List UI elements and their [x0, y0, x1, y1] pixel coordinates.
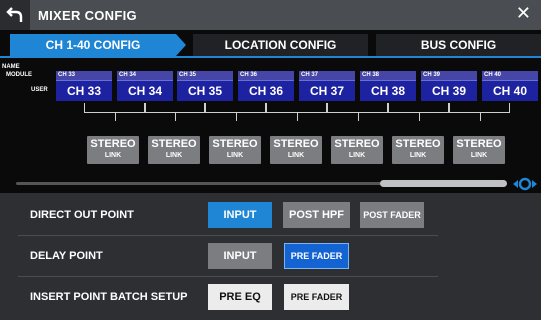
scroll-handle-icon[interactable] [510, 176, 540, 192]
link-bracket [145, 103, 205, 113]
tab-bus-config[interactable]: BUS CONFIG [376, 34, 541, 56]
link-stem [296, 113, 298, 121]
link-bracket [327, 103, 388, 113]
link-bracket [84, 103, 145, 113]
channel-module-name: CH 40 [482, 71, 538, 80]
insert-pre-eq-button[interactable]: PRE EQ [208, 284, 272, 310]
channel-module-name: CH 39 [421, 71, 477, 80]
channel-module-name: CH 33 [56, 71, 112, 80]
tab-bar: CH 1-40 CONFIG LOCATION CONFIG BUS CONFI… [0, 32, 541, 58]
delay-input-button[interactable]: INPUT [208, 243, 272, 269]
channel-module-name: CH 38 [360, 71, 416, 80]
channel-39[interactable]: CH 39 CH 39 [421, 71, 477, 101]
row-label-user: USER [31, 87, 48, 93]
stereo-link-sublabel: LINK [409, 152, 427, 159]
settings-panel: DIRECT OUT POINT INPUT POST HPF POST FAD… [0, 193, 541, 320]
channel-user-name[interactable]: CH 38 [360, 80, 416, 101]
stereo-link-sublabel: LINK [287, 152, 305, 159]
stereo-link-label: STEREO [456, 138, 502, 150]
insert-point-batch-setup-row: INSERT POINT BATCH SETUP PRE EQ PRE FADE… [0, 277, 541, 317]
channel-user-name[interactable]: CH 35 [177, 80, 233, 101]
direct-out-input-button[interactable]: INPUT [208, 202, 272, 228]
direct-out-post-fader-button[interactable]: POST FADER [360, 202, 424, 228]
channel-module-name: CH 35 [177, 71, 233, 80]
stereo-link-button[interactable]: STEREO LINK [392, 136, 444, 164]
stereo-link-button[interactable]: STEREO LINK [87, 136, 139, 164]
scrollbar-thumb[interactable] [380, 180, 507, 187]
delay-pre-fader-button[interactable]: PRE FADER [284, 243, 349, 269]
channel-user-name[interactable]: CH 36 [238, 80, 294, 101]
channel-34[interactable]: CH 34 CH 34 [117, 71, 173, 101]
link-bracket [205, 103, 266, 113]
delay-point-label: DELAY POINT [30, 250, 103, 262]
channel-37[interactable]: CH 37 CH 37 [299, 71, 355, 101]
back-button[interactable] [0, 0, 30, 30]
link-stem [235, 113, 237, 121]
link-stem [175, 113, 176, 121]
link-bracket [449, 103, 510, 113]
channel-strip-area: NAME MODULE USER CH 33 CH 33 CH 34 CH 34 CH … [0, 62, 541, 194]
stereo-link-sublabel: LINK [470, 152, 488, 159]
insert-pre-fader-button[interactable]: PRE FADER [284, 284, 349, 310]
close-icon[interactable]: ✕ [516, 4, 531, 24]
row-label-module: MODULE [6, 72, 32, 78]
stereo-link-label: STEREO [212, 138, 258, 150]
channel-36[interactable]: CH 36 CH 36 [238, 71, 294, 101]
stereo-link-label: STEREO [273, 138, 319, 150]
tab-ch-1-40-config[interactable]: CH 1-40 CONFIG [10, 34, 186, 56]
insert-point-batch-setup-label: INSERT POINT BATCH SETUP [30, 291, 188, 303]
row-label-name: NAME [2, 64, 20, 70]
stereo-link-label: STEREO [395, 138, 441, 150]
channel-module-name: CH 36 [238, 71, 294, 80]
stereo-link-label: STEREO [151, 138, 197, 150]
title-bar: MIXER CONFIG ✕ [0, 0, 541, 30]
page-title: MIXER CONFIG [38, 8, 137, 23]
channel-38[interactable]: CH 38 CH 38 [360, 71, 416, 101]
channel-33[interactable]: CH 33 CH 33 [56, 71, 112, 101]
stereo-link-sublabel: LINK [348, 152, 366, 159]
channel-user-name[interactable]: CH 33 [56, 80, 112, 101]
stereo-link-sublabel: LINK [165, 152, 183, 159]
channel-35[interactable]: CH 35 CH 35 [177, 71, 233, 101]
direct-out-post-hpf-button[interactable]: POST HPF [283, 202, 350, 228]
channel-user-name[interactable]: CH 40 [482, 80, 538, 101]
stereo-link-button[interactable]: STEREO LINK [453, 136, 505, 164]
channel-user-name[interactable]: CH 34 [117, 80, 173, 101]
link-bracket [388, 103, 449, 113]
stereo-link-sublabel: LINK [226, 152, 244, 159]
channel-module-name: CH 34 [117, 71, 173, 80]
stereo-link-sublabel: LINK [104, 152, 122, 159]
stereo-link-button[interactable]: STEREO LINK [270, 136, 322, 164]
channel-module-name: CH 37 [299, 71, 355, 80]
stereo-link-label: STEREO [90, 138, 136, 150]
tab-location-config[interactable]: LOCATION CONFIG [193, 34, 368, 56]
channel-user-name[interactable]: CH 39 [421, 80, 477, 101]
stereo-link-button[interactable]: STEREO LINK [209, 136, 261, 164]
stereo-link-label: STEREO [334, 138, 380, 150]
direct-out-point-label: DIRECT OUT POINT [30, 209, 134, 221]
delay-point-row: DELAY POINT INPUT PRE FADER [0, 236, 541, 276]
tab-underline [0, 56, 541, 58]
stereo-link-button[interactable]: STEREO LINK [148, 136, 200, 164]
link-stem [418, 113, 420, 121]
channel-user-name[interactable]: CH 37 [299, 80, 355, 101]
channel-40[interactable]: CH 40 CH 40 [482, 71, 538, 101]
link-stem [479, 113, 481, 121]
direct-out-point-row: DIRECT OUT POINT INPUT POST HPF POST FAD… [0, 195, 541, 235]
back-arrow-icon [6, 7, 23, 22]
link-stem [357, 113, 359, 121]
stereo-link-button[interactable]: STEREO LINK [331, 136, 383, 164]
link-stem [114, 113, 116, 121]
link-bracket [266, 103, 327, 113]
